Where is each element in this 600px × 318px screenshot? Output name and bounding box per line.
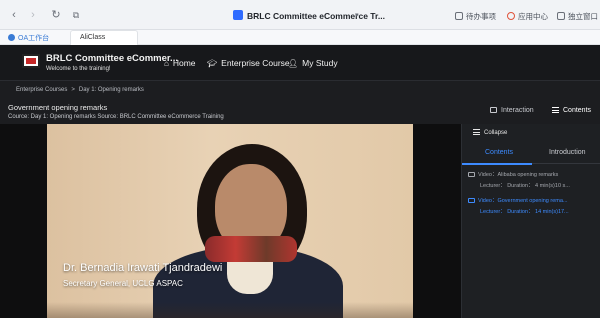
breadcrumb-separator: >	[71, 87, 75, 93]
reload-icon[interactable]: ↻	[50, 9, 62, 21]
app-title[interactable]: BRLC Committee eCommer...	[46, 53, 178, 64]
breadcrumb: Enterprise Courses > Day 1: Opening remark…	[16, 87, 144, 93]
oa-icon	[8, 34, 15, 41]
standalone-window-label: 独立窗口	[568, 12, 598, 21]
bookmark-oa-label: OA工作台	[18, 35, 50, 42]
nav-my-study[interactable]: 👤︎ My Study	[288, 58, 338, 68]
course-meta: Cource: Day 1: Opening remarks Source: B…	[8, 114, 224, 120]
video-icon	[468, 172, 475, 177]
chevron-down-icon[interactable]: ▾	[355, 11, 359, 19]
list-icon	[552, 107, 559, 113]
interaction-label: Interaction	[501, 107, 534, 114]
todo-label: 待办事项	[466, 12, 496, 21]
breadcrumb-enterprise-courses[interactable]: Enterprise Courses	[16, 87, 67, 93]
window-icon	[557, 12, 565, 20]
browser-toolbar: ‹ › ↻ ⧉ BRLC Committee eCommerce Tr... ▾…	[0, 0, 600, 30]
bookmark-oa[interactable]: OA工作台	[8, 33, 49, 43]
video-player[interactable]: Dr. Bernadia Irawati Tjandradewi Secreta…	[0, 124, 461, 318]
tab-contents[interactable]: Contents	[485, 149, 513, 156]
collapse-label: Collapse	[484, 130, 508, 136]
copy-icon[interactable]: ⧉	[70, 9, 82, 21]
tab-title[interactable]: BRLC Committee eCommerce Tr...	[247, 11, 385, 21]
chat-icon	[490, 107, 497, 113]
course-title: Government opening remarks	[8, 103, 108, 112]
sidebar-tabs: Contents Introduction	[462, 144, 600, 165]
nav-enterprise-course[interactable]: 🎓︎ Enterprise Course	[207, 58, 290, 68]
logo-icon[interactable]	[22, 54, 40, 68]
tab-aliclass[interactable]: AliClass	[70, 30, 138, 45]
speaker-name-caption: Dr. Bernadia Irawati Tjandradewi	[63, 262, 223, 274]
app-center-icon	[507, 12, 515, 20]
user-icon: 👤︎	[288, 59, 299, 68]
speaker-role-caption: Secretary General, UCLG ASPAC	[63, 279, 183, 288]
app-center-label: 应用中心	[518, 12, 548, 21]
collapse-button[interactable]: Collapse	[473, 129, 507, 136]
video-frame[interactable]: Dr. Bernadia Irawati Tjandradewi Secreta…	[47, 124, 413, 318]
chevron-left-icon[interactable]: ‹	[8, 9, 20, 21]
nav-enterprise-label: Enterprise Course	[221, 58, 290, 68]
interaction-button[interactable]: Interaction	[490, 107, 534, 114]
app-header: BRLC Committee eCommer... Welcome to the…	[0, 45, 600, 81]
app-subtitle: Welcome to the training!	[46, 66, 111, 72]
active-tab-indicator	[462, 163, 532, 165]
home-icon: ⌂	[164, 59, 169, 68]
todo-button[interactable]: 待办事项	[455, 11, 496, 22]
contents-label: Contents	[563, 107, 592, 114]
lesson-item[interactable]: Video：Alibaba opening remarks Lecturer： …	[468, 170, 598, 189]
collapse-icon	[473, 129, 480, 135]
caption-shade	[47, 302, 413, 318]
chevron-right-icon[interactable]: ›	[27, 9, 39, 21]
bookmarks-bar: OA工作台 AliClass	[0, 30, 600, 45]
contents-button[interactable]: Contents	[552, 107, 591, 114]
tab-favicon-icon	[233, 10, 243, 20]
graduation-cap-icon: 🎓︎	[207, 59, 218, 68]
nav-home-label: Home	[172, 58, 196, 68]
lesson-detail: Lecturer： Duration： 14 min(s)17...	[480, 209, 569, 215]
standalone-window-button[interactable]: 独立窗口	[557, 11, 598, 22]
lesson-title: Video：Government opening rema...	[478, 198, 568, 204]
breadcrumb-current: Day 1: Opening remarks	[78, 87, 144, 93]
app-center-button[interactable]: 应用中心	[507, 11, 548, 22]
nav-home[interactable]: ⌂ Home	[164, 58, 196, 68]
lesson-detail: Lecturer： Duration： 4 min(s)10 s...	[480, 183, 570, 189]
nav-my-study-label: My Study	[302, 58, 338, 68]
speaker-scarf	[205, 236, 297, 262]
video-icon	[468, 198, 475, 203]
lesson-title: Video：Alibaba opening remarks	[478, 172, 559, 178]
contents-sidebar: Collapse Contents Introduction Video：Ali…	[461, 124, 600, 318]
lesson-item-active[interactable]: Video：Government opening rema... Lecture…	[468, 196, 598, 215]
todo-icon	[455, 12, 463, 20]
tab-introduction[interactable]: Introduction	[549, 149, 586, 156]
